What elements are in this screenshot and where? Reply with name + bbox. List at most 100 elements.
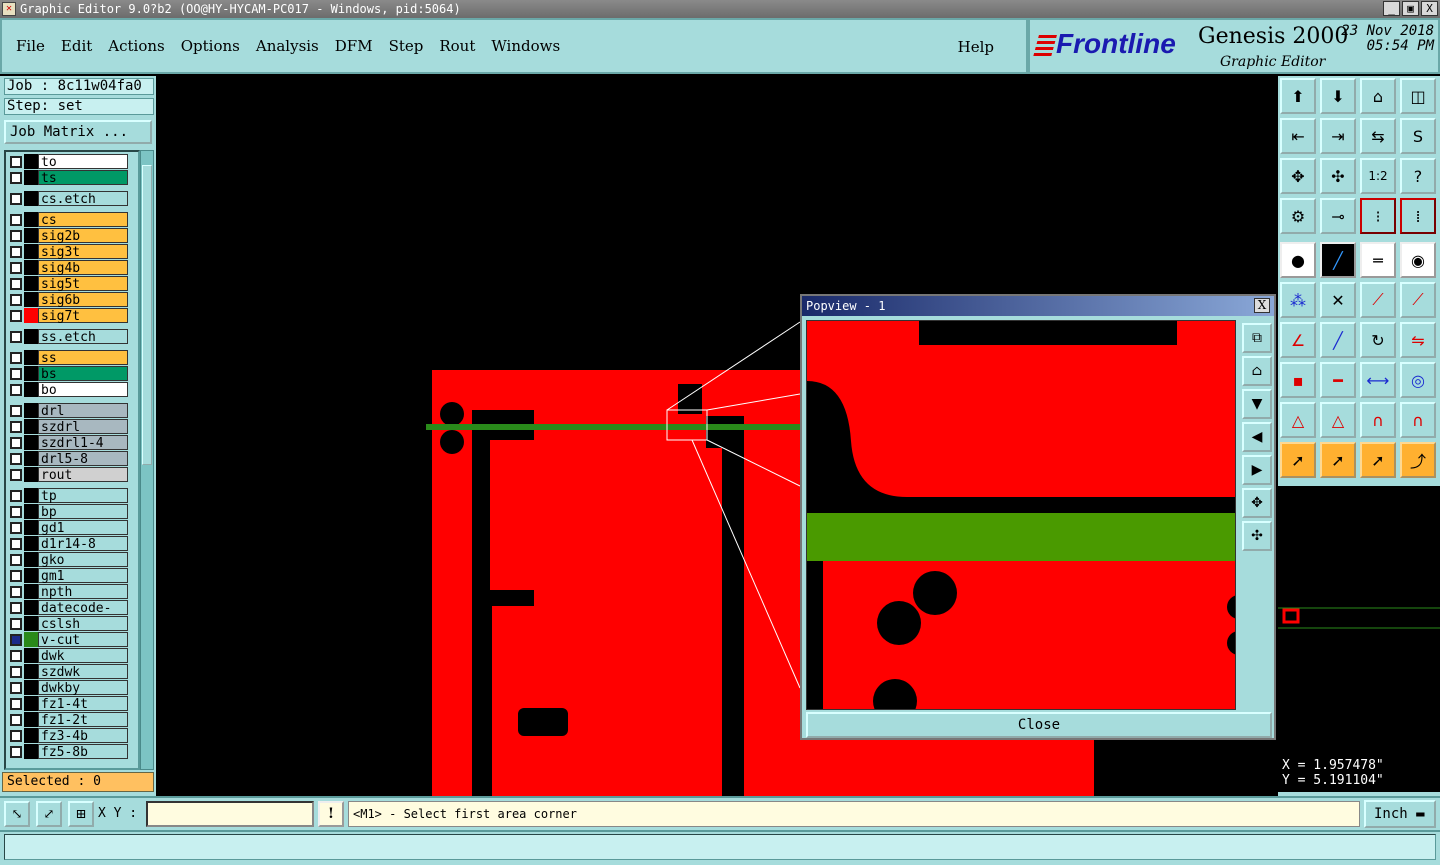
- layer-checkbox[interactable]: [10, 229, 22, 242]
- arc-icon[interactable]: ↻: [1360, 322, 1396, 358]
- layer-row[interactable]: rout: [8, 467, 128, 483]
- layer-checkbox[interactable]: [10, 420, 22, 433]
- diagonal-line-icon[interactable]: ╱: [1320, 322, 1356, 358]
- layer-checkbox[interactable]: [10, 617, 22, 630]
- angle-icon[interactable]: ∠: [1280, 322, 1316, 358]
- pv-zoom-in-icon[interactable]: ⧉: [1242, 323, 1272, 353]
- layer-row[interactable]: bs: [8, 366, 128, 382]
- layer-name[interactable]: cslsh: [38, 616, 128, 632]
- snap-angle-icon[interactable]: ⤢: [36, 801, 62, 827]
- layer-checkbox[interactable]: [10, 585, 22, 598]
- layer-row[interactable]: sig4b: [8, 260, 128, 276]
- layer-name[interactable]: cs: [38, 212, 128, 228]
- layer-row[interactable]: datecode-to: [8, 600, 128, 631]
- layer-row[interactable]: dwkby: [8, 680, 128, 696]
- layer-name[interactable]: gd1: [38, 520, 128, 536]
- layer-checkbox[interactable]: [10, 713, 22, 726]
- pointer-icon[interactable]: ➚: [1280, 442, 1316, 478]
- layer-name[interactable]: datecode-to: [38, 600, 128, 631]
- help-icon[interactable]: ?: [1400, 158, 1436, 194]
- menu-step[interactable]: Step: [389, 37, 424, 55]
- warning-icon[interactable]: !: [318, 801, 344, 827]
- layer-checkbox[interactable]: [10, 521, 22, 534]
- layer-row[interactable]: bo: [8, 382, 128, 398]
- measure-tool-icon[interactable]: ⊸: [1320, 198, 1356, 234]
- layer-row[interactable]: ts: [8, 170, 128, 186]
- dash-line-icon[interactable]: ━: [1320, 362, 1356, 398]
- layer-row[interactable]: npth: [8, 584, 128, 600]
- layer-name[interactable]: fz1-2t: [38, 712, 128, 728]
- route-icon[interactable]: ⤴: [1400, 442, 1436, 478]
- layer-checkbox[interactable]: [10, 155, 22, 168]
- menu-file[interactable]: File: [16, 37, 45, 55]
- layer-checkbox[interactable]: [10, 729, 22, 742]
- layer-row[interactable]: ss.etch: [8, 329, 128, 345]
- layer-name[interactable]: cs.etch: [38, 191, 128, 207]
- layer-name[interactable]: ss: [38, 350, 128, 366]
- pointer-box-alt-icon[interactable]: ➚: [1360, 442, 1396, 478]
- flip-icon[interactable]: ⇋: [1400, 322, 1436, 358]
- layer-checkbox[interactable]: [10, 436, 22, 449]
- layer-row[interactable]: szdrl: [8, 419, 128, 435]
- layer-name[interactable]: drl: [38, 403, 128, 419]
- layer-checkbox[interactable]: [10, 383, 22, 396]
- arch-icon[interactable]: ∩: [1360, 402, 1396, 438]
- layer-name[interactable]: sig2b: [38, 228, 128, 244]
- net-nodes-icon[interactable]: ⁂: [1280, 282, 1316, 318]
- layer-name[interactable]: bo: [38, 382, 128, 398]
- layer-checkbox[interactable]: [10, 697, 22, 710]
- layer-row[interactable]: sig7t: [8, 308, 128, 324]
- layer-checkbox[interactable]: [10, 745, 22, 758]
- layer-name[interactable]: szdrl1-4: [38, 435, 128, 451]
- triangle-blue-icon[interactable]: △: [1320, 402, 1356, 438]
- layer-checkbox[interactable]: [10, 309, 22, 322]
- minimize-button[interactable]: _: [1383, 1, 1400, 16]
- layer-name[interactable]: fz3-4b: [38, 728, 128, 744]
- point-square-icon[interactable]: ▪: [1280, 362, 1316, 398]
- pointer-box-icon[interactable]: ➚: [1320, 442, 1356, 478]
- pan-left-icon[interactable]: ⇤: [1280, 118, 1316, 154]
- layer-row[interactable]: szdrl1-4: [8, 435, 128, 451]
- pv-zoom-home-icon[interactable]: ⌂: [1242, 356, 1272, 386]
- popview-close-button[interactable]: Close: [806, 712, 1272, 738]
- layer-row[interactable]: fz1-2t: [8, 712, 128, 728]
- job-matrix-button[interactable]: Job Matrix ...: [4, 120, 152, 144]
- menu-actions[interactable]: Actions: [108, 37, 164, 55]
- home-view-icon[interactable]: ⌂: [1360, 78, 1396, 114]
- layer-name[interactable]: ss.etch: [38, 329, 128, 345]
- layer-row[interactable]: sig6b: [8, 292, 128, 308]
- layer-checkbox[interactable]: [10, 404, 22, 417]
- layer-checkbox[interactable]: [10, 468, 22, 481]
- layer-scrollbar[interactable]: [140, 150, 154, 770]
- layer-checkbox[interactable]: [10, 192, 22, 205]
- unit-select[interactable]: Inch ▬: [1364, 800, 1436, 828]
- layer-name[interactable]: ts: [38, 170, 128, 186]
- layer-row[interactable]: gd1: [8, 520, 128, 536]
- layer-checkbox[interactable]: [10, 665, 22, 678]
- layer-row[interactable]: sig2b: [8, 228, 128, 244]
- layer-row[interactable]: fz1-4t: [8, 696, 128, 712]
- menu-edit[interactable]: Edit: [61, 37, 92, 55]
- layer-row[interactable]: cs: [8, 212, 128, 228]
- zoom-fit-icon[interactable]: ✥: [1280, 158, 1316, 194]
- layer-checkbox[interactable]: [10, 553, 22, 566]
- layer-row[interactable]: gko: [8, 552, 128, 568]
- layer-name[interactable]: bs: [38, 366, 128, 382]
- layer-checkbox[interactable]: [10, 245, 22, 258]
- popview-canvas[interactable]: [806, 320, 1236, 710]
- layer-name[interactable]: dwk: [38, 648, 128, 664]
- layer-checkbox[interactable]: [10, 367, 22, 380]
- pv-zoom-out-icon[interactable]: ✣: [1242, 521, 1272, 551]
- dot-frame-icon[interactable]: ◉: [1400, 242, 1436, 278]
- layer-name[interactable]: drl5-8: [38, 451, 128, 467]
- settings-palette-icon[interactable]: ⚙: [1280, 198, 1316, 234]
- layer-row[interactable]: d1r14-8: [8, 536, 128, 552]
- snap-icon[interactable]: ⤡: [4, 801, 30, 827]
- layer-name[interactable]: v-cut: [38, 632, 128, 648]
- layer-name[interactable]: sig6b: [38, 292, 128, 308]
- layer-name[interactable]: gm1: [38, 568, 128, 584]
- zoom-extent-icon[interactable]: ✣: [1320, 158, 1356, 194]
- layer-checkbox[interactable]: [10, 213, 22, 226]
- menu-dfm[interactable]: DFM: [335, 37, 373, 55]
- pv-pan-left-icon[interactable]: ◀: [1242, 422, 1272, 452]
